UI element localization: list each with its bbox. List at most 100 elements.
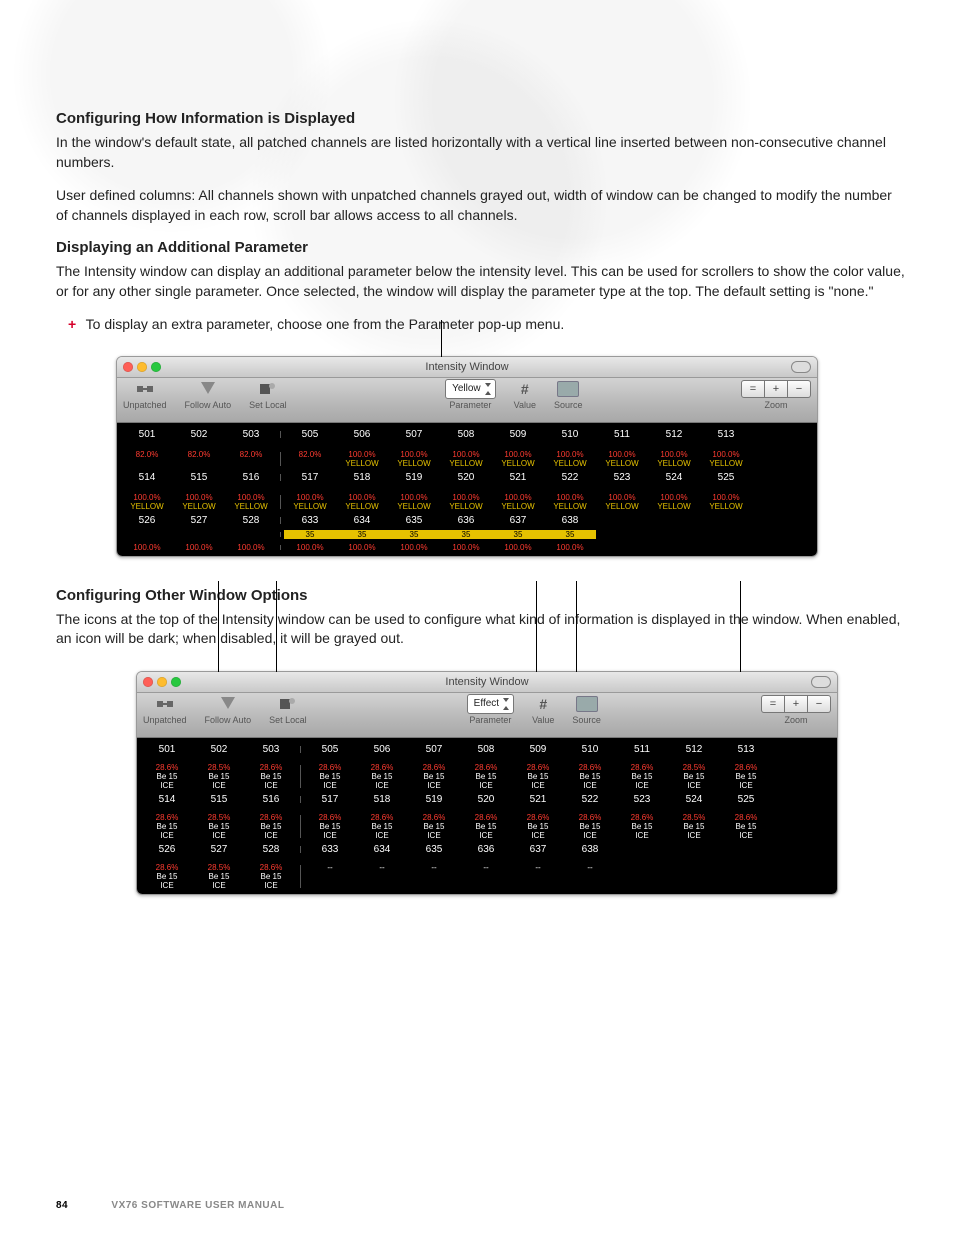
grid-value: Be 15 — [564, 822, 616, 831]
channel-cell: 511 — [596, 427, 648, 442]
channel-cell — [700, 513, 752, 528]
channel-grid: 50150250350550650750850951051151251382.0… — [117, 423, 817, 556]
channel-cell: 28.6%Be 15ICE — [564, 761, 616, 792]
zoom-out-button[interactable]: − — [808, 695, 831, 713]
grid-value: Be 15 — [668, 822, 720, 831]
zoom-reset-button[interactable]: = — [761, 695, 785, 713]
zoom-in-button[interactable]: + — [765, 380, 788, 398]
tool-source[interactable]: Source — [572, 695, 601, 725]
grid-value: 100.0% — [388, 450, 440, 459]
grid-value: Be 15 — [304, 822, 356, 831]
grid-value: 517 — [284, 472, 336, 483]
window-toolbar: Unpatched Follow Auto Set Local — [117, 378, 817, 423]
grid-value: ICE — [564, 781, 616, 790]
grid-value: Be 15 — [720, 772, 772, 781]
grid-value: ICE — [141, 881, 193, 890]
channel-cell — [616, 861, 668, 892]
grid-value: YELLOW — [336, 502, 388, 511]
grid-value: Be 15 — [564, 772, 616, 781]
grid-value: ICE — [460, 831, 512, 840]
channel-cell: 510 — [564, 742, 616, 757]
plus-icon: + — [68, 316, 82, 332]
grid-value: 520 — [460, 794, 512, 805]
grid-value: 501 — [121, 429, 173, 440]
grid-value: YELLOW — [544, 459, 596, 468]
parameter-select[interactable]: Effect — [467, 694, 514, 714]
grid-value: -- — [564, 863, 616, 872]
channel-cell: 100.0% — [388, 541, 440, 554]
para-intensity-window: The Intensity window can display an addi… — [56, 262, 906, 301]
tool-value[interactable]: # Value — [514, 380, 536, 410]
channel-cell: 525 — [720, 792, 772, 807]
page-number: 84 — [56, 1200, 68, 1211]
grid-value: 507 — [408, 744, 460, 755]
grid-value: 100.0% — [440, 493, 492, 502]
channel-cell: 523 — [616, 792, 668, 807]
grid-value: 82.0% — [121, 450, 173, 459]
grid-value: Be 15 — [245, 872, 297, 881]
channel-cell: 28.6%Be 15ICE — [304, 811, 356, 842]
channel-cell: 514 — [141, 792, 193, 807]
grid-value: Be 15 — [356, 822, 408, 831]
channel-cell: 100.0% — [492, 541, 544, 554]
grid-value: 512 — [668, 744, 720, 755]
tool-value[interactable]: # Value — [532, 695, 554, 725]
page-footer: 84 VX76 SOFTWARE USER MANUAL — [56, 1200, 284, 1211]
channel-cell: 636 — [440, 513, 492, 528]
grid-value: Be 15 — [304, 772, 356, 781]
grid-value: 507 — [388, 429, 440, 440]
grid-value: YELLOW — [388, 459, 440, 468]
channel-cell: 516 — [245, 792, 297, 807]
grid-value: 528 — [225, 515, 277, 526]
tool-follow-auto[interactable]: Follow Auto — [185, 380, 232, 410]
grid-value: 100.0% — [173, 543, 225, 552]
channel-cell: 28.5%Be 15ICE — [193, 811, 245, 842]
window-pill-icon[interactable] — [811, 676, 831, 688]
grid-value: 508 — [460, 744, 512, 755]
channel-cell: 28.6%Be 15ICE — [304, 761, 356, 792]
channel-cell: 28.6%Be 15ICE — [408, 811, 460, 842]
channel-cell: 509 — [512, 742, 564, 757]
tool-set-local[interactable]: Set Local — [269, 695, 307, 725]
channel-cell — [616, 842, 668, 857]
grid-value: 512 — [648, 429, 700, 440]
tool-source[interactable]: Source — [554, 380, 583, 410]
grid-value: 35 — [336, 530, 388, 539]
window-pill-icon[interactable] — [791, 361, 811, 373]
grid-value: 513 — [720, 744, 772, 755]
window-titlebar: Intensity Window — [117, 357, 817, 378]
tool-unpatched[interactable]: Unpatched — [123, 380, 167, 410]
channel-cell: 520 — [440, 470, 492, 485]
grid-value: 633 — [284, 515, 336, 526]
channel-cell: 28.5%Be 15ICE — [668, 761, 720, 792]
tool-unpatched[interactable]: Unpatched — [143, 695, 187, 725]
grid-value: 525 — [720, 794, 772, 805]
channel-cell: 528 — [225, 513, 277, 528]
channel-cell: 634 — [356, 842, 408, 857]
tool-follow-auto[interactable]: Follow Auto — [205, 695, 252, 725]
channel-cell: 35 — [544, 528, 596, 541]
window-title: Intensity Window — [117, 361, 817, 373]
grid-value: 28.6% — [460, 763, 512, 772]
grid-value: 509 — [512, 744, 564, 755]
grid-value: 100.0% — [440, 543, 492, 552]
tool-set-local[interactable]: Set Local — [249, 380, 287, 410]
channel-cell: 509 — [492, 427, 544, 442]
zoom-in-button[interactable]: + — [785, 695, 808, 713]
parameter-select[interactable]: Yellow — [445, 379, 496, 399]
grid-value: Be 15 — [245, 822, 297, 831]
channel-cell: 523 — [596, 470, 648, 485]
grid-value: 526 — [121, 515, 173, 526]
channel-cell: -- — [304, 861, 356, 892]
channel-cell: 524 — [668, 792, 720, 807]
zoom-out-button[interactable]: − — [788, 380, 811, 398]
channel-cell: 528 — [245, 842, 297, 857]
grid-value: -- — [512, 863, 564, 872]
channel-cell: 521 — [512, 792, 564, 807]
channel-cell: 82.0% — [121, 448, 173, 470]
grid-value: ICE — [304, 831, 356, 840]
grid-value: Be 15 — [668, 772, 720, 781]
channel-cell — [648, 528, 700, 541]
channel-cell: 28.6%Be 15ICE — [141, 811, 193, 842]
zoom-reset-button[interactable]: = — [741, 380, 765, 398]
